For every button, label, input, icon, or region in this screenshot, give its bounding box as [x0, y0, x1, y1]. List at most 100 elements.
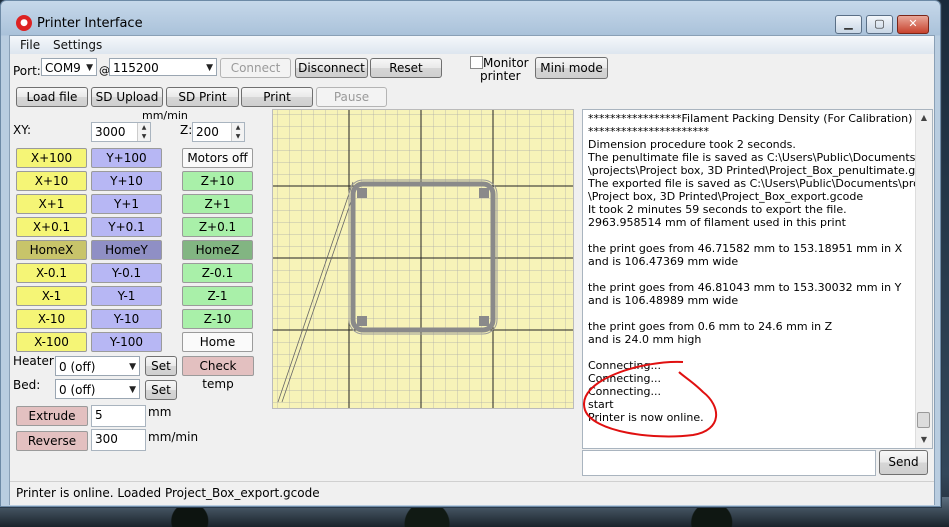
xy-feedrate-input[interactable]: 3000 ▲ ▼ — [91, 122, 151, 142]
feedrate-units: mm/min — [142, 109, 188, 122]
jog-x-button[interactable]: X-1 — [16, 286, 87, 306]
xy-feed-label: XY: — [13, 123, 31, 137]
jog-x-button[interactable]: X+0.1 — [16, 217, 87, 237]
port-select[interactable]: COM9 ▼ — [41, 58, 97, 76]
home-z-button[interactable]: HomeZ — [182, 240, 253, 260]
printer-app-icon: ● — [16, 15, 32, 31]
scrollbar-thumb[interactable] — [917, 412, 930, 428]
jog-y-button[interactable]: Y+1 — [91, 194, 162, 214]
extrude-button[interactable]: Extrude — [16, 406, 88, 426]
print-corner — [479, 316, 489, 326]
z-feedrate-value: 200 — [196, 125, 219, 139]
close-button[interactable]: ✕ — [897, 15, 929, 34]
bed-select[interactable]: 0 (off) ▼ — [55, 379, 140, 399]
jog-y-button[interactable]: Y-0.1 — [91, 263, 162, 283]
load-file-button[interactable]: Load file — [16, 87, 88, 107]
check-temp-button[interactable]: Check temp — [182, 356, 254, 391]
monitor-label-line2: printer — [480, 69, 521, 83]
jog-x-button[interactable]: X+10 — [16, 171, 87, 191]
chevron-down-icon: ▼ — [86, 63, 93, 73]
jog-z-button[interactable]: Z-1 — [182, 286, 253, 306]
scroll-down-icon[interactable]: ▼ — [916, 432, 932, 448]
chevron-down-icon: ▼ — [129, 385, 136, 395]
title-bar: ● Printer Interface ▁ ▢ ✕ — [1, 1, 940, 35]
maximize-button[interactable]: ▢ — [866, 15, 893, 34]
reverse-units: mm/min — [148, 430, 199, 444]
menu-bar: File Settings — [10, 36, 934, 54]
z-feed-label: Z: — [180, 123, 193, 137]
bed-set-button[interactable]: Set — [145, 380, 177, 400]
heater-value: 0 (off) — [59, 360, 96, 374]
reset-button[interactable]: Reset — [370, 58, 442, 78]
jog-x-button[interactable]: X-10 — [16, 309, 87, 329]
reverse-speed-input[interactable]: 300 — [91, 429, 146, 451]
bed-value: 0 (off) — [59, 383, 96, 397]
jog-x-button[interactable]: X+100 — [16, 148, 87, 168]
preview-minor-grid — [273, 110, 573, 408]
jog-x-button[interactable]: X+1 — [16, 194, 87, 214]
scroll-up-icon[interactable]: ▲ — [916, 110, 932, 126]
jog-y-button[interactable]: Y-1 — [91, 286, 162, 306]
monitor-label-line1: Monitor — [483, 56, 529, 70]
minimize-button[interactable]: ▁ — [835, 15, 862, 34]
jog-z-button[interactable]: Z+0.1 — [182, 217, 253, 237]
print-corner — [357, 188, 367, 198]
reverse-button[interactable]: Reverse — [16, 431, 88, 451]
app-window: ● Printer Interface ▁ ▢ ✕ File Settings … — [0, 0, 941, 507]
print-corner — [479, 188, 489, 198]
extrude-units: mm — [148, 405, 172, 419]
jog-y-button[interactable]: Y+100 — [91, 148, 162, 168]
baud-select[interactable]: 115200 ▼ — [109, 58, 217, 76]
jog-z-button[interactable]: Z+10 — [182, 171, 253, 191]
z-feedrate-input[interactable]: 200 ▲ ▼ — [192, 122, 245, 142]
print-button[interactable]: Print — [241, 87, 313, 107]
jog-y-button[interactable]: Y-100 — [91, 332, 162, 352]
heater-set-button[interactable]: Set — [145, 356, 177, 376]
xy-feedrate-value: 3000 — [95, 125, 126, 139]
jog-z-button[interactable]: Z+1 — [182, 194, 253, 214]
sd-upload-button[interactable]: SD Upload — [91, 87, 163, 107]
sd-print-button[interactable]: SD Print — [166, 87, 239, 107]
print-preview-canvas — [273, 110, 573, 408]
disconnect-button[interactable]: Disconnect — [295, 58, 368, 78]
jog-z-button[interactable]: Z-0.1 — [182, 263, 253, 283]
window-title: Printer Interface — [37, 16, 143, 31]
red-annotation-circle — [583, 360, 718, 438]
client-area: File Settings Port: COM9 ▼ @ 115200 ▼ Co… — [9, 35, 935, 505]
extrude-length-input[interactable]: 5 — [91, 405, 146, 427]
pause-button[interactable]: Pause — [316, 87, 387, 107]
status-bar: Printer is online. Loaded Project_Box_ex… — [10, 481, 934, 505]
jog-y-button[interactable]: Y-10 — [91, 309, 162, 329]
heater-label: Heater: — [13, 354, 58, 368]
menu-settings[interactable]: Settings — [53, 38, 102, 52]
console-log[interactable]: *****************Filament Packing Densit… — [582, 109, 933, 449]
chevron-down-icon: ▼ — [206, 63, 213, 73]
mini-mode-button[interactable]: Mini mode — [535, 57, 608, 79]
jog-y-button[interactable]: Y+0.1 — [91, 217, 162, 237]
annotation-overlay — [583, 360, 718, 438]
print-preview[interactable] — [272, 109, 574, 409]
home-y-button[interactable]: HomeY — [91, 240, 162, 260]
heater-select[interactable]: 0 (off) ▼ — [55, 356, 140, 376]
console-scrollbar[interactable]: ▲ ▼ — [915, 110, 932, 448]
monitor-printer-checkbox[interactable] — [470, 56, 483, 69]
port-label: Port: — [13, 64, 41, 78]
spinner-arrows-icon[interactable]: ▲ ▼ — [137, 123, 150, 141]
menu-file[interactable]: File — [20, 38, 40, 52]
print-corner — [357, 316, 367, 326]
jog-x-button[interactable]: X-0.1 — [16, 263, 87, 283]
jog-y-button[interactable]: Y+10 — [91, 171, 162, 191]
home-x-button[interactable]: HomeX — [16, 240, 87, 260]
motors-off-button[interactable]: Motors off — [182, 148, 253, 168]
jog-x-button[interactable]: X-100 — [16, 332, 87, 352]
baud-value: 115200 — [113, 61, 159, 75]
reverse-speed-value: 300 — [95, 432, 118, 446]
jog-z-button[interactable]: Z-10 — [182, 309, 253, 329]
connect-button[interactable]: Connect — [220, 58, 291, 78]
status-text: Printer is online. Loaded Project_Box_ex… — [16, 486, 320, 500]
home-all-button[interactable]: Home — [182, 332, 253, 352]
extrude-length-value: 5 — [95, 408, 103, 422]
spinner-arrows-icon[interactable]: ▲ ▼ — [231, 123, 244, 141]
send-button[interactable]: Send — [879, 450, 928, 475]
gcode-command-input[interactable] — [582, 450, 876, 476]
